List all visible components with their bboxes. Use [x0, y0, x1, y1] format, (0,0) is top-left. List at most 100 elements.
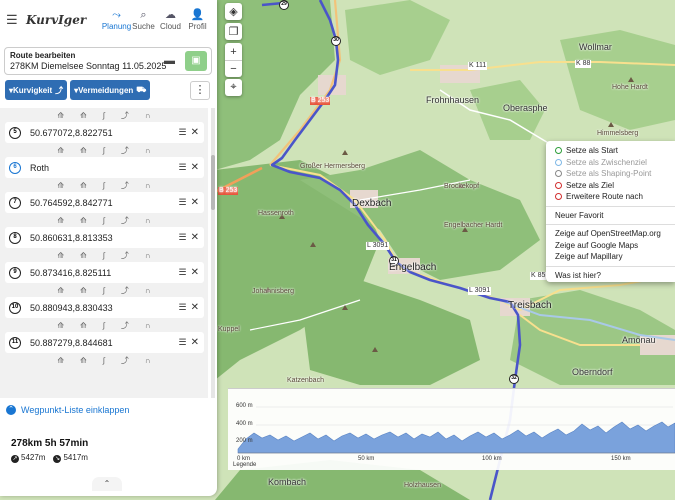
waypoint-label[interactable]: 50.880943,8.830433	[30, 303, 179, 313]
layers-icon[interactable]: ◈	[225, 3, 242, 20]
ctx-what-is-here[interactable]: Was ist hier?	[546, 270, 675, 282]
ctx-show-mapillary[interactable]: Zeige auf Mapillary	[546, 251, 675, 263]
waypoint-row[interactable]: 11 50.887279,8.844681 ☰ ✕	[5, 332, 204, 353]
locate-control[interactable]: ⌖	[225, 79, 242, 96]
segment-options-row[interactable]: ⟰ ⟰ ∫ ⤴ ∩	[0, 143, 208, 157]
map-label: Brockekopf	[444, 183, 480, 190]
route-stats: 278km 5h 57min	[11, 438, 89, 449]
elevation-legend[interactable]: Legende	[233, 462, 256, 468]
close-icon[interactable]: ✕	[191, 267, 199, 278]
nav-planning[interactable]: ⤳ Planung	[102, 9, 131, 31]
avoidances-chip[interactable]: ▾ Vermeidungen ⛟	[70, 80, 151, 100]
waypoint-row[interactable]: 10 50.880943,8.830433 ☰ ✕	[5, 297, 204, 318]
waypoint-row[interactable]: 6 Roth ☰ ✕	[5, 157, 204, 178]
close-icon[interactable]: ✕	[191, 197, 199, 208]
elevation-x-tick: 50 km	[358, 456, 375, 462]
expand-panel-button[interactable]: ⌃	[92, 477, 122, 491]
segment-options-row[interactable]: ⟰ ⟰ ∫ ⤴ ∩	[0, 283, 208, 297]
waypoint-row[interactable]: 9 50.873416,8.825111 ☰ ✕	[5, 262, 204, 283]
overlay-control[interactable]: ❐	[225, 23, 242, 40]
ctx-set-start[interactable]: Setze als Start	[546, 145, 675, 157]
nav-search[interactable]: ⌕ Suche	[130, 9, 157, 31]
segment-options-row[interactable]: ⟰ ⟰ ∫ ⤴ ∩	[0, 248, 208, 262]
segment-icon: ∫	[102, 180, 105, 190]
ctx-set-shaping[interactable]: Setze als Shaping-Point	[546, 168, 675, 180]
nav-cloud[interactable]: ☁ Cloud	[157, 9, 184, 31]
zoom-control: + −	[225, 43, 242, 77]
close-icon[interactable]: ✕	[191, 302, 199, 313]
close-icon[interactable]: ✕	[191, 127, 199, 138]
segment-options-row[interactable]: ⟰ ⟰ ∫ ⤴ ∩	[0, 318, 208, 332]
zoom-out-button[interactable]: −	[225, 60, 242, 77]
app-logo: KurvIger	[26, 13, 87, 27]
location-pin-icon[interactable]: ⌖	[225, 79, 242, 96]
segment-icon: ∩	[144, 285, 151, 295]
road-label: K 88	[575, 60, 592, 68]
drag-handle-icon[interactable]: ☰	[179, 337, 187, 348]
more-options-button[interactable]: ⋮	[190, 81, 210, 100]
drag-handle-icon[interactable]: ☰	[179, 232, 187, 243]
elevation-profile[interactable]: 600 m 400 m 200 m 0 km 50 km 100 km 150 …	[228, 388, 675, 470]
scrollbar-thumb[interactable]	[211, 155, 215, 210]
map-label: Johannisberg	[252, 288, 295, 295]
copy-icon[interactable]: ❐	[225, 23, 242, 40]
save-button[interactable]: ▣	[185, 51, 207, 71]
waypoint-label[interactable]: 50.887279,8.844681	[30, 338, 179, 348]
segment-icon: ∫	[102, 320, 105, 330]
close-icon[interactable]: ✕	[191, 337, 199, 348]
via-dot-icon	[555, 158, 562, 166]
close-icon[interactable]: ✕	[191, 232, 199, 243]
waypoint-row[interactable]: 8 50.860631,8.813353 ☰ ✕	[5, 227, 204, 248]
waypoint-label[interactable]: 50.873416,8.825111	[30, 268, 179, 278]
waypoint-scrollbar[interactable]	[211, 108, 215, 398]
segment-options-row[interactable]: ⟰ ⟰ ∫ ⤴ ∩	[0, 178, 208, 192]
curviness-chip[interactable]: ▾ Kurvigkeit ⤴	[5, 80, 68, 100]
waypoint-label[interactable]: 50.764592,8.842771	[30, 198, 179, 208]
segment-icon: ⟰	[57, 250, 65, 260]
ascent-stat: ↗ 5427m	[11, 453, 46, 463]
waypoint-row[interactable]: 5 50.677072,8.822751 ☰ ✕	[5, 122, 204, 143]
ctx-set-via[interactable]: Setze als Zwischenziel	[546, 157, 675, 169]
drag-handle-icon[interactable]: ☰	[179, 267, 187, 278]
ctx-set-end[interactable]: Setze als Ziel	[546, 180, 675, 192]
waypoint-label[interactable]: 50.860631,8.813353	[30, 233, 179, 243]
route-pin-30[interactable]: 30	[331, 36, 341, 46]
segment-options-row[interactable]: ⟰ ⟰ ∫ ⤴ ∩	[0, 353, 208, 367]
ctx-extend-route[interactable]: Erweitere Route nach	[546, 191, 675, 203]
layers-control[interactable]: ◈	[225, 3, 242, 20]
map-label: Oberndorf	[572, 367, 613, 377]
waypoint-row[interactable]: 7 50.764592,8.842771 ☰ ✕	[5, 192, 204, 213]
drag-handle-icon[interactable]: ☰	[179, 162, 187, 173]
zoom-in-button[interactable]: +	[225, 43, 242, 60]
elevation-y-tick: 200 m	[236, 438, 253, 444]
sidebar: ☰ KurvIger ⤳ Planung ⌕ Suche ☁ Cloud 👤 P…	[0, 0, 217, 496]
ctx-new-favorite[interactable]: Neuer Favorit	[546, 210, 675, 222]
map-context-menu: Setze als Start Setze als Zwischenziel S…	[546, 141, 675, 282]
map-label: Treisbach	[508, 300, 552, 311]
segment-options-row[interactable]: ⟰ ⟰ ∫ ⤴ ∩	[0, 213, 208, 227]
segment-icon: ∩	[144, 215, 151, 225]
drag-handle-icon[interactable]: ☰	[179, 302, 187, 313]
drag-handle-icon[interactable]: ☰	[179, 127, 187, 138]
close-icon[interactable]: ✕	[191, 162, 199, 173]
waypoint-list[interactable]: ⟰ ⟰ ∫ ⤴ ∩ 5 50.677072,8.822751 ☰ ✕ ⟰ ⟰ ∫ ⤴ ∩ 6 R…	[0, 108, 208, 398]
hamburger-icon[interactable]: ☰	[6, 12, 20, 28]
map-label: Kombach	[268, 477, 307, 487]
elevation-y-tick: 600 m	[236, 403, 253, 409]
waypoint-label[interactable]: 50.677072,8.822751	[30, 128, 179, 138]
ctx-show-osm[interactable]: Zeige auf OpenStreetMap.org	[546, 228, 675, 240]
nav-profile[interactable]: 👤 Profil	[184, 9, 211, 31]
route-pin-32[interactable]: 32	[509, 374, 519, 384]
route-pin-29[interactable]: 29	[279, 0, 289, 10]
route-name-field[interactable]: 278KM Diemelsee Sonntag 11.05.2025	[10, 61, 166, 71]
ctx-show-google[interactable]: Zeige auf Google Maps	[546, 240, 675, 252]
segment-icon: ⤴	[120, 250, 129, 260]
waypoint-label[interactable]: Roth	[30, 163, 179, 173]
folder-icon[interactable]: ▬	[164, 55, 175, 67]
descent-stat: ↘ 5417m	[53, 453, 88, 463]
segment-options-row[interactable]: ⟰ ⟰ ∫ ⤴ ∩	[0, 108, 208, 122]
collapse-waypoints-link[interactable]: ⌃ Wegpunkt-Liste einklappen	[6, 405, 129, 415]
drag-handle-icon[interactable]: ☰	[179, 197, 187, 208]
segment-icon: ⟰	[57, 355, 65, 365]
segment-icon: ⟰	[80, 180, 87, 190]
